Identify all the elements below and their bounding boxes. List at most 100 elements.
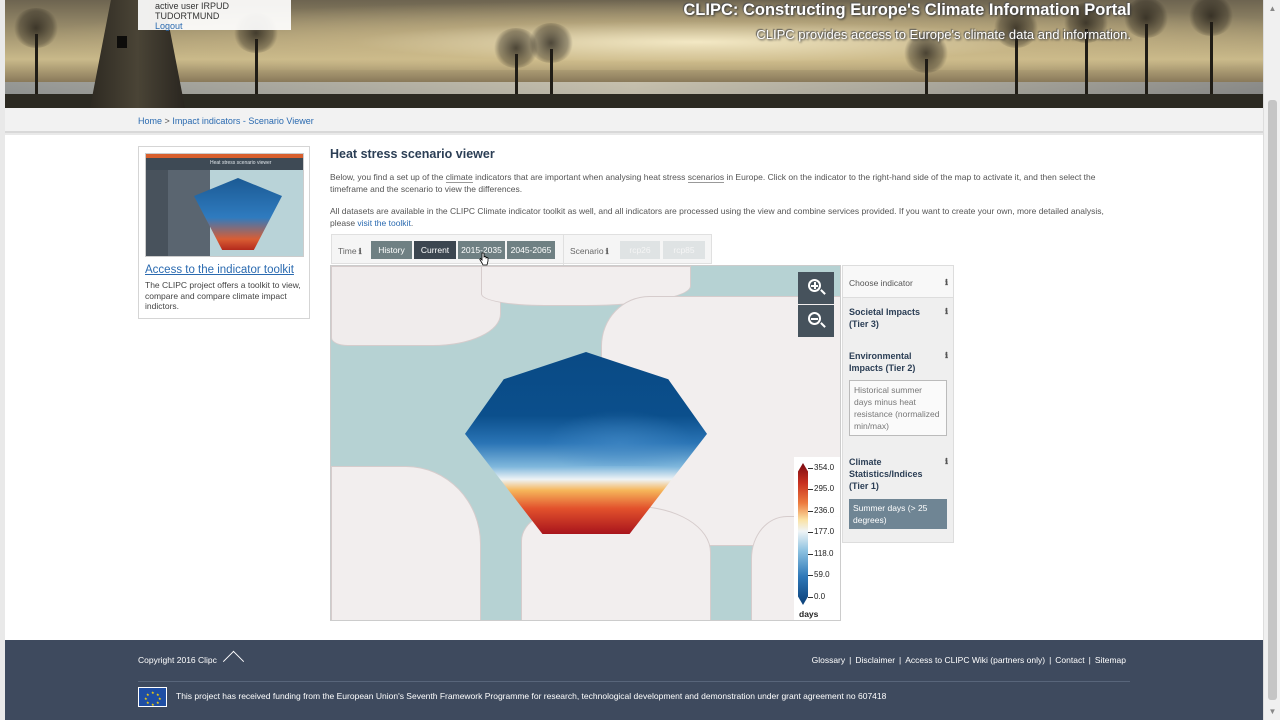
thumb-titlebar: Heat stress scenario viewer — [146, 158, 303, 170]
visit-toolkit-link[interactable]: visit the toolkit — [357, 218, 410, 228]
legend-tick — [808, 554, 813, 555]
tree-shape — [993, 8, 1039, 94]
tree-shape — [493, 28, 539, 94]
choose-indicator-label: Choose indicator — [849, 278, 913, 288]
breadcrumb-home[interactable]: Home — [138, 116, 162, 126]
portal-title: CLIPC: Constructing Europe's Climate Inf… — [683, 1, 1131, 19]
breadcrumb-separator: > — [164, 116, 170, 126]
legend-value: 236.0 — [814, 506, 835, 515]
copyright-text: Copyright 2016 Clipc — [138, 655, 217, 665]
footer-separator: | — [1088, 655, 1091, 665]
zoom-in-button[interactable] — [798, 272, 834, 304]
legend-tick — [808, 575, 813, 576]
overlay-shade — [545, 410, 695, 466]
banner-water — [5, 82, 1263, 94]
scenario-button-rcp85[interactable]: rcp85 — [663, 241, 705, 259]
legend-tick — [808, 468, 813, 469]
legend-tick — [808, 511, 813, 512]
back-to-top-icon[interactable] — [225, 650, 241, 664]
banner-ground — [5, 94, 1263, 108]
user-status: active user IRPUD — [155, 1, 230, 11]
time-button-history[interactable]: History — [371, 241, 412, 259]
tree-shape — [528, 23, 574, 94]
footer-link-contact[interactable]: Contact — [1055, 655, 1084, 665]
legend-tick — [808, 597, 813, 598]
info-icon[interactable]: ℹ — [945, 278, 948, 287]
map-view[interactable] — [330, 265, 841, 621]
zoom-out-button[interactable] — [798, 305, 834, 337]
category-societal-impacts[interactable]: Societal Impacts (Tier 3) — [849, 306, 939, 330]
scroll-thumb[interactable] — [1268, 100, 1277, 700]
zoom-in-icon-v — [813, 282, 816, 289]
scenario-label: Scenario ℹ — [570, 246, 609, 256]
zoom-out-icon-handle — [820, 322, 826, 328]
zoom-in-icon-handle — [820, 289, 826, 295]
funding-notice: This project has received funding from t… — [176, 691, 887, 701]
toolkit-description: The CLIPC project offers a toolkit to vi… — [145, 280, 301, 311]
footer-link-glossary[interactable]: Glossary — [812, 655, 846, 665]
footer-link-sitemap[interactable]: Sitemap — [1095, 655, 1126, 665]
time-button-2045-2065[interactable]: 2045-2065 — [507, 241, 555, 259]
time-label-text: Time — [338, 246, 357, 256]
tree-shape — [233, 13, 279, 94]
intro-text: Below, you find a set up of the — [330, 172, 446, 182]
time-label: Time ℹ — [338, 246, 362, 256]
intro2-end: . — [410, 218, 414, 228]
legend-value: 295.0 — [814, 484, 835, 493]
windmill-window — [117, 36, 127, 48]
breadcrumb-current[interactable]: Impact indicators - Scenario Viewer — [172, 116, 313, 126]
tree-shape — [13, 8, 59, 94]
glossary-term-climate[interactable]: climate — [445, 172, 473, 183]
thumb-sidebar — [146, 170, 168, 256]
scenario-label-text: Scenario — [570, 246, 604, 256]
scroll-down-arrow-icon[interactable]: ▼ — [1264, 703, 1280, 720]
page-scrollbar[interactable]: ▲ ▼ — [1263, 0, 1280, 720]
footer-links: Glossary | Disclaimer | Access to CLIPC Wiki… — [812, 655, 1126, 665]
indicator-panel: Choose indicator ℹ Societal Impacts (Tie… — [842, 265, 954, 543]
info-icon[interactable]: ℹ — [945, 307, 948, 316]
legend-unit: days — [799, 609, 819, 619]
user-box: active user IRPUD TUDORTMUND Logout — [138, 0, 291, 31]
intro-text: indicators that are important when analy… — [472, 172, 688, 182]
legend-value: 177.0 — [814, 527, 835, 536]
controls-divider — [563, 235, 564, 265]
glossary-term-scenarios[interactable]: scenarios — [687, 172, 725, 183]
footer-separator: | — [1049, 655, 1052, 665]
user-org: TUDORTMUND — [155, 11, 220, 21]
info-icon[interactable]: ℹ — [359, 247, 362, 256]
category-environmental-impacts[interactable]: Environmental Impacts (Tier 2) — [849, 350, 939, 374]
footer-link-disclaimer[interactable]: Disclaimer — [855, 655, 895, 665]
toolkit-title-link[interactable]: Access to the indicator toolkit — [145, 264, 294, 276]
info-icon[interactable]: ℹ — [945, 457, 948, 466]
legend-tick — [808, 489, 813, 490]
breadcrumb-bar: Home > Impact indicators - Scenario View… — [5, 108, 1263, 133]
footer-divider — [138, 681, 1130, 682]
land-greenland — [331, 266, 501, 346]
scroll-up-arrow-icon[interactable]: ▲ — [1264, 0, 1280, 17]
logout-link[interactable]: Logout — [155, 21, 291, 31]
time-scenario-controls: Time ℹ History Current 2015-2035 2045-206… — [331, 234, 712, 265]
indicator-summer-days[interactable]: Summer days (> 25 degrees) — [849, 499, 947, 529]
footer-separator: | — [899, 655, 902, 665]
tree-shape — [1188, 0, 1234, 94]
page-title: Heat stress scenario viewer — [330, 147, 495, 161]
legend-tick — [808, 532, 813, 533]
thumb-caption: Heat stress scenario viewer — [210, 160, 272, 166]
tree-shape — [903, 33, 949, 94]
indicator-historical-summer-days[interactable]: Historical summer days minus heat resist… — [849, 380, 947, 436]
legend-value: 0.0 — [814, 592, 826, 601]
intro-paragraph: Below, you find a set up of the climate … — [330, 171, 1120, 195]
zoom-out-icon-h — [811, 317, 818, 320]
hand-cursor-icon — [479, 252, 489, 266]
land-america — [331, 466, 481, 620]
category-climate-statistics[interactable]: Climate Statistics/Indices (Tier 1) — [849, 456, 939, 492]
time-button-current[interactable]: Current — [414, 241, 456, 259]
footer-link-wiki[interactable]: Access to CLIPC Wiki (partners only) — [905, 655, 1045, 665]
toolkit-card[interactable]: Heat stress scenario viewer Access to th… — [138, 146, 310, 319]
toolkit-thumbnail[interactable]: Heat stress scenario viewer — [145, 153, 304, 257]
eu-flag-icon: ★ ★ ★ ★ ★ ★ ★ ★ — [138, 687, 167, 707]
scenario-button-rcp26[interactable]: rcp26 — [620, 241, 660, 259]
info-icon[interactable]: ℹ — [945, 351, 948, 360]
info-icon[interactable]: ℹ — [606, 247, 609, 256]
legend-value: 59.0 — [814, 570, 830, 579]
